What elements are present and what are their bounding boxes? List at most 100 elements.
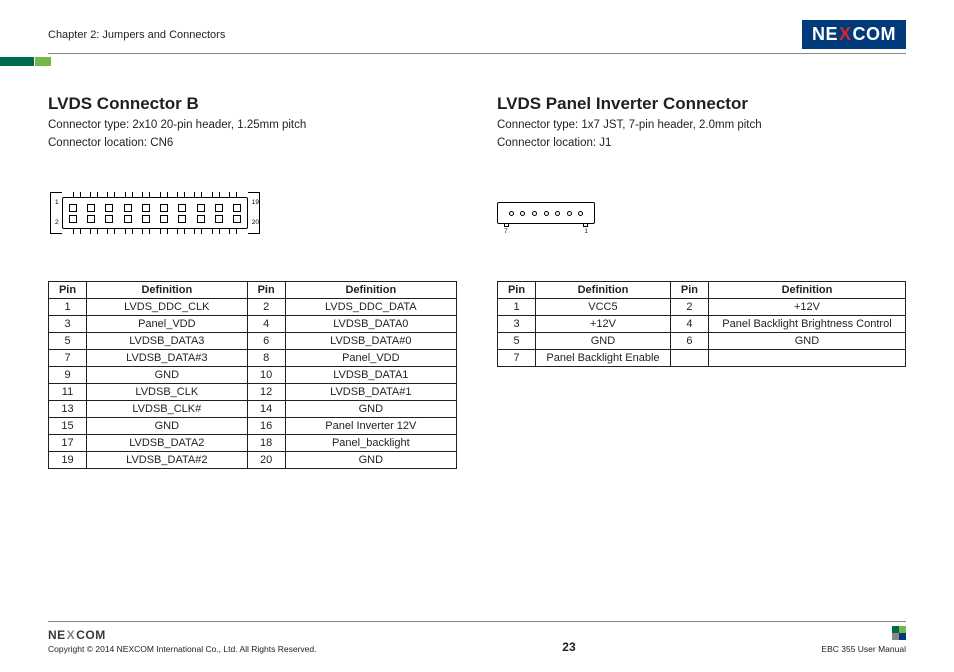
pin-cell: 1 — [498, 299, 536, 316]
table-row: 19LVDSB_DATA#220GND — [49, 452, 457, 469]
pin-cell: 8 — [247, 350, 285, 367]
definition-cell: GND — [285, 452, 456, 469]
table-row: 9GND10LVDSB_DATA1 — [49, 367, 457, 384]
pin-cell — [670, 350, 708, 367]
th-pin: Pin — [247, 282, 285, 299]
pin-cell: 3 — [49, 316, 87, 333]
logo-x-icon: X — [67, 628, 76, 642]
pin-label-20: 20 — [252, 220, 259, 227]
table-row: 7Panel Backlight Enable — [498, 350, 906, 367]
corner-squares-icon — [892, 626, 906, 640]
page-number: 23 — [562, 640, 575, 654]
definition-cell: GND — [87, 418, 248, 435]
pin-label-1: 1 — [55, 200, 59, 207]
pin-label-2: 2 — [55, 220, 59, 227]
definition-cell: LVDS_DDC_DATA — [285, 299, 456, 316]
nexcom-logo: NEXCOM — [802, 20, 906, 49]
definition-cell: LVDSB_DATA2 — [87, 435, 248, 452]
pin-cell: 19 — [49, 452, 87, 469]
main-content: LVDS Connector B Connector type: 2x10 20… — [48, 94, 906, 469]
th-def: Definition — [536, 282, 671, 299]
page-header: Chapter 2: Jumpers and Connectors NEXCOM — [48, 20, 906, 54]
th-pin: Pin — [498, 282, 536, 299]
table-row: 15GND16Panel Inverter 12V — [49, 418, 457, 435]
jst-connector-diagram: 7 1 — [497, 202, 595, 224]
definition-cell: LVDSB_DATA#2 — [87, 452, 248, 469]
pin-cell: 4 — [247, 316, 285, 333]
definition-cell — [708, 350, 905, 367]
definition-cell: LVDSB_DATA#0 — [285, 333, 456, 350]
definition-cell: GND — [285, 401, 456, 418]
table-row: 13LVDSB_CLK#14GND — [49, 401, 457, 418]
lvds-b-title: LVDS Connector B — [48, 94, 457, 114]
pin-cell: 12 — [247, 384, 285, 401]
logo-post: COM — [853, 24, 897, 45]
definition-cell: LVDSB_DATA3 — [87, 333, 248, 350]
pin-cell: 18 — [247, 435, 285, 452]
lvds-b-location: Connector location: CN6 — [48, 136, 457, 152]
definition-cell: Panel Backlight Enable — [536, 350, 671, 367]
page-footer: NEXCOM Copyright © 2014 NEXCOM Internati… — [48, 621, 906, 654]
definition-cell: LVDSB_DATA#1 — [285, 384, 456, 401]
pin-cell: 7 — [49, 350, 87, 367]
copyright: Copyright © 2014 NEXCOM International Co… — [48, 644, 316, 654]
table-row: 1LVDS_DDC_CLK2LVDS_DDC_DATA — [49, 299, 457, 316]
inverter-pin-table: Pin Definition Pin Definition 1VCC52+12V… — [497, 281, 906, 367]
manual-title: EBC 355 User Manual — [821, 644, 906, 654]
chapter-title: Chapter 2: Jumpers and Connectors — [48, 29, 225, 41]
definition-cell: GND — [708, 333, 905, 350]
pin-cell: 1 — [49, 299, 87, 316]
pin-cell: 9 — [49, 367, 87, 384]
th-pin: Pin — [49, 282, 87, 299]
inverter-type: Connector type: 1x7 JST, 7-pin header, 2… — [497, 118, 906, 134]
left-column: LVDS Connector B Connector type: 2x10 20… — [48, 94, 457, 469]
th-pin: Pin — [670, 282, 708, 299]
th-def: Definition — [87, 282, 248, 299]
logo-pre: NE — [812, 24, 838, 45]
pin-cell: 4 — [670, 316, 708, 333]
definition-cell: LVDSB_DATA0 — [285, 316, 456, 333]
accent-bar — [0, 57, 906, 66]
definition-cell: GND — [536, 333, 671, 350]
pin-cell: 3 — [498, 316, 536, 333]
pin-label-7: 7 — [504, 228, 508, 235]
pin-cell: 20 — [247, 452, 285, 469]
pin-label-1: 1 — [584, 228, 588, 235]
pin-cell: 7 — [498, 350, 536, 367]
table-row: 7LVDSB_DATA#38Panel_VDD — [49, 350, 457, 367]
table-row: 1VCC52+12V — [498, 299, 906, 316]
pin-cell: 14 — [247, 401, 285, 418]
table-row: 5GND6GND — [498, 333, 906, 350]
definition-cell: GND — [87, 367, 248, 384]
logo-x-icon: X — [839, 24, 852, 45]
pin-cell: 17 — [49, 435, 87, 452]
definition-cell: Panel Backlight Brightness Control — [708, 316, 905, 333]
table-row: 11LVDSB_CLK12LVDSB_DATA#1 — [49, 384, 457, 401]
definition-cell: Panel_VDD — [285, 350, 456, 367]
pin-cell: 13 — [49, 401, 87, 418]
definition-cell: LVDSB_CLK# — [87, 401, 248, 418]
definition-cell: LVDS_DDC_CLK — [87, 299, 248, 316]
inverter-title: LVDS Panel Inverter Connector — [497, 94, 906, 114]
th-def: Definition — [708, 282, 905, 299]
pin-cell: 5 — [49, 333, 87, 350]
definition-cell: LVDSB_DATA1 — [285, 367, 456, 384]
definition-cell: LVDSB_CLK — [87, 384, 248, 401]
lvds-b-pin-table: Pin Definition Pin Definition 1LVDS_DDC_… — [48, 281, 457, 469]
definition-cell: +12V — [708, 299, 905, 316]
lvds-b-connector-diagram: 1 2 19 20 — [62, 197, 248, 229]
definition-cell: VCC5 — [536, 299, 671, 316]
th-def: Definition — [285, 282, 456, 299]
pin-cell: 2 — [247, 299, 285, 316]
pin-cell: 6 — [247, 333, 285, 350]
definition-cell: LVDSB_DATA#3 — [87, 350, 248, 367]
pin-cell: 5 — [498, 333, 536, 350]
inverter-location: Connector location: J1 — [497, 136, 906, 152]
pin-cell: 16 — [247, 418, 285, 435]
footer-logo: NEXCOM — [48, 628, 106, 642]
pin-cell: 2 — [670, 299, 708, 316]
pin-label-19: 19 — [252, 200, 259, 207]
pin-cell: 6 — [670, 333, 708, 350]
pin-cell: 15 — [49, 418, 87, 435]
definition-cell: +12V — [536, 316, 671, 333]
